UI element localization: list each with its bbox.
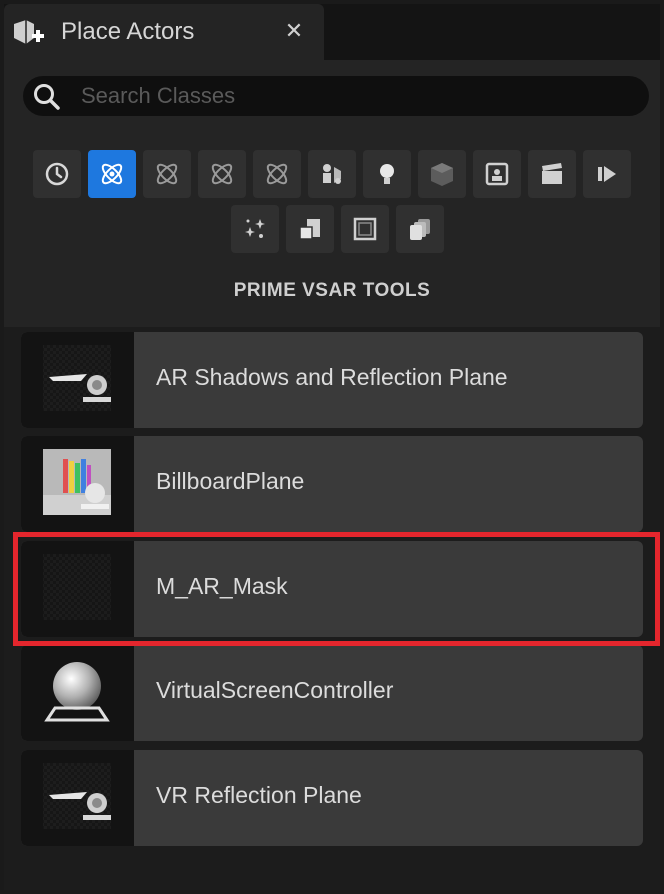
vsar-category-icon[interactable] — [143, 150, 191, 198]
geometry-icon[interactable] — [286, 205, 334, 253]
item-label: VirtualScreenController — [156, 677, 394, 703]
category-toolbar-row-1 — [33, 150, 631, 198]
visual-effects-icon[interactable] — [528, 150, 576, 198]
volumes-icon[interactable] — [341, 205, 389, 253]
place-actors-panel: Place Actors ✕ Search Classes PRIME VSAR… — [4, 4, 660, 890]
material-thumbnail — [21, 541, 134, 637]
search-box — [23, 76, 649, 116]
tab-title: Place Actors — [61, 18, 195, 45]
billboard-plane-thumbnail — [21, 436, 134, 532]
particles-icon[interactable] — [231, 205, 279, 253]
lights-icon[interactable] — [363, 150, 411, 198]
vsar-category-icon[interactable] — [253, 150, 301, 198]
category-toolbar-row-2 — [231, 205, 444, 253]
list-item[interactable]: BillboardPlane — [21, 436, 643, 532]
actor-list: AR Shadows and Reflection Plane Billboar… — [4, 327, 660, 890]
cinematic-icon[interactable] — [473, 150, 521, 198]
sphere-actor-thumbnail — [21, 645, 134, 741]
recently-placed-icon[interactable] — [33, 150, 81, 198]
list-item[interactable]: M_AR_Mask — [21, 541, 643, 637]
close-tab-button[interactable]: ✕ — [282, 16, 306, 46]
search-icon — [33, 83, 61, 111]
media-icon[interactable] — [583, 150, 631, 198]
category-title: PRIME VSAR TOOLS — [233, 280, 431, 301]
list-item[interactable]: VirtualScreenController — [21, 645, 643, 741]
item-label: VR Reflection Plane — [156, 782, 362, 808]
all-classes-icon[interactable] — [396, 205, 444, 253]
item-label: BillboardPlane — [156, 468, 305, 494]
vsar-category-icon[interactable] — [198, 150, 246, 198]
tab-place-actors[interactable]: Place Actors ✕ — [4, 4, 324, 60]
item-label: AR Shadows and Reflection Plane — [156, 364, 508, 390]
shapes-icon[interactable] — [418, 150, 466, 198]
reflection-plane-thumbnail — [21, 750, 134, 846]
search-input[interactable] — [81, 76, 621, 116]
prime-vsar-tools-icon[interactable] — [88, 150, 136, 198]
reflection-plane-thumbnail — [21, 332, 134, 428]
list-item[interactable]: VR Reflection Plane — [21, 750, 643, 846]
basic-actors-icon[interactable] — [308, 150, 356, 198]
item-label: M_AR_Mask — [156, 573, 288, 599]
list-item[interactable]: AR Shadows and Reflection Plane — [21, 332, 643, 428]
tab-strip: Place Actors ✕ — [4, 4, 660, 60]
place-actors-icon — [12, 18, 46, 48]
